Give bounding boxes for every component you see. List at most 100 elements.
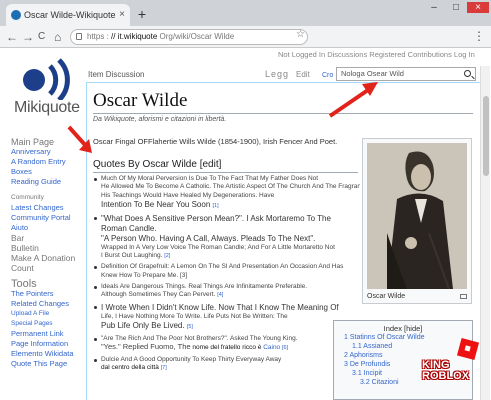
search-input[interactable]: Nologa Osear Wild xyxy=(336,67,476,81)
quote-line: Knew How To Prepare Me. [3] xyxy=(101,271,188,279)
tab-edit[interactable]: Edit xyxy=(296,70,310,79)
quote-line: Roman Candle. xyxy=(101,223,157,233)
url-path: Org/wiki/Oscar Wilde xyxy=(159,32,235,41)
quote-line: Wrapped In A Very Low Voice The Roman Ca… xyxy=(101,243,335,251)
maximize-button[interactable]: □ xyxy=(447,2,465,13)
quote-line: dal centro della città xyxy=(101,363,159,371)
sidebar-item[interactable]: Elemento Wikidata xyxy=(11,349,86,359)
quote-item: Much Of My Moral Perversion Is Due To Th… xyxy=(92,175,360,211)
quote-line: Much Of My Moral Perversion Is Due To Th… xyxy=(101,175,319,182)
sidebar-item[interactable]: Count xyxy=(11,263,86,273)
back-button[interactable]: ← xyxy=(6,29,18,45)
sidebar-item[interactable]: Upload A File xyxy=(11,309,86,319)
reference-link[interactable]: [4] xyxy=(217,292,223,298)
quote-line: He Allowed Me To Become A Catholic. The … xyxy=(101,183,360,191)
sidebar-tools-header: Tools xyxy=(11,278,37,290)
quote-item: "What Does A Sensitive Person Mean?". I … xyxy=(92,214,360,261)
roblox-logo-icon xyxy=(456,337,480,361)
quote-line: nome del fratello ricco è xyxy=(192,344,262,352)
home-button[interactable]: ⌂ xyxy=(54,29,61,45)
search-text: Nologa Osear Wild xyxy=(341,69,404,78)
reference-link[interactable]: [6] xyxy=(282,345,288,351)
sidebar-item[interactable]: A Random Entry xyxy=(11,157,86,167)
sidebar-item[interactable]: Latest Changes xyxy=(11,203,86,213)
reload-button[interactable]: C xyxy=(38,29,45,45)
quote-line: Pub Life Only Be Lived. xyxy=(101,320,185,330)
site-name[interactable]: Mikiquote xyxy=(14,99,80,117)
reference-link[interactable]: [2] xyxy=(164,253,170,259)
sidebar-item[interactable]: Permanent Link xyxy=(11,329,86,339)
sidebar-item[interactable]: Reading Guide xyxy=(11,177,86,187)
king-roblox-watermark: KING ROBLOX xyxy=(422,337,486,396)
portrait-infobox: Oscar Wilde xyxy=(362,138,472,304)
reference-link[interactable]: [1] xyxy=(213,203,219,209)
sidebar-item[interactable]: Bar xyxy=(11,233,86,243)
sidebar-item[interactable]: Make A Donation xyxy=(11,253,86,263)
page-title: Oscar Wilde xyxy=(93,90,188,111)
annotation-arrow-icon xyxy=(67,125,92,153)
section-title-quotes[interactable]: Quotes By Oscar Wilde [edit] xyxy=(93,159,221,170)
url-host: // it.wikiquote xyxy=(111,32,158,41)
tab-chronology[interactable]: Cro xyxy=(322,72,333,79)
quote-line: Ideals Are Dangerous Things. Real Things… xyxy=(101,283,308,291)
quote-line: Although Sometimes They Can Pervert. xyxy=(101,291,216,299)
address-bar[interactable]: https : // it.wikiquote Org/wiki/Oscar W… xyxy=(70,29,308,45)
lock-icon xyxy=(76,33,82,40)
search-icon[interactable] xyxy=(464,70,471,77)
quote-line: I Burst Out Laughing. xyxy=(101,252,163,260)
quote-item: Definition Of Grapefruit: A Lemon On The… xyxy=(92,263,360,280)
quote-line: Life, I Have Nothing More To Write. Life… xyxy=(101,312,288,320)
enlarge-icon[interactable] xyxy=(460,294,467,299)
minimize-button[interactable]: – xyxy=(425,2,443,13)
browser-tab-bar: Oscar Wilde-Wikiquote × + – □ × xyxy=(0,0,491,26)
sidebar-item[interactable]: Aiuto xyxy=(11,223,86,233)
tab-title: Oscar Wilde-Wikiquote xyxy=(24,10,116,20)
tab-item-discussion[interactable]: Item Discussion xyxy=(88,70,144,79)
new-tab-button[interactable]: + xyxy=(134,6,150,22)
quote-line: "Are The Rich And The Poor Not Brothers?… xyxy=(101,334,298,342)
quote-line: Definition Of Grapefruit: A Lemon On The… xyxy=(101,263,344,271)
browser-toolbar: ← → C ⌂ https : // it.wikiquote Org/wiki… xyxy=(0,26,491,48)
oscar-wilde-portrait[interactable] xyxy=(367,143,467,289)
star-icon[interactable]: ☆ xyxy=(296,29,305,40)
quote-item: Ideals Are Dangerous Things. Real Things… xyxy=(92,283,360,300)
sidebar-item[interactable]: Related Changes xyxy=(11,299,86,309)
reference-link[interactable]: [5] xyxy=(187,324,193,330)
browser-tab[interactable]: Oscar Wilde-Wikiquote × xyxy=(6,4,130,26)
sidebar-item[interactable]: The Pointers xyxy=(11,289,86,299)
tab-close-icon[interactable]: × xyxy=(119,4,125,26)
quote-item: Dulcie And A Good Opportunity To Keep Th… xyxy=(92,356,360,373)
sidebar-item[interactable]: Page Information xyxy=(11,339,86,349)
section-divider xyxy=(93,172,358,173)
quote-item: I Wrote When I Didn't Know Life. Now Tha… xyxy=(92,303,360,332)
sidebar-community-header: Community xyxy=(11,194,44,201)
reference-link[interactable]: [7] xyxy=(161,365,167,371)
sidebar: Main Page Anniversary A Random Entry Box… xyxy=(11,134,86,369)
quote-line: "A Person Who. Having A Call, Always. Pl… xyxy=(101,233,316,243)
annotation-arrow-icon xyxy=(328,82,378,118)
quote-line: His Teachings Would Have Healed My Degen… xyxy=(101,191,275,199)
forward-button[interactable]: → xyxy=(22,29,34,45)
toc-title[interactable]: Index [hide] xyxy=(334,324,472,333)
sidebar-item[interactable]: Bulletin xyxy=(11,243,86,253)
quote-line: I Wrote When I Didn't Know Life. Now Tha… xyxy=(101,302,339,312)
quote-item: "Are The Rich And The Poor Not Brothers?… xyxy=(92,335,360,353)
intro-paragraph: Oscar Fingal OFFlahertie Wills Wilde (18… xyxy=(93,137,338,146)
wikiquote-favicon-icon xyxy=(11,10,21,20)
window-close-button[interactable]: × xyxy=(467,2,489,13)
quotes-list: Much Of My Moral Perversion Is Due To Th… xyxy=(92,175,360,372)
sidebar-item[interactable]: Boxes xyxy=(11,167,86,177)
quote-line: "What Does A Sensitive Person Mean?". I … xyxy=(101,213,331,223)
sidebar-item[interactable]: Special Pages xyxy=(11,319,86,329)
user-links[interactable]: Not Logged In Discussions Registered Con… xyxy=(278,50,475,59)
url-prefix: https : xyxy=(87,32,109,41)
page-tagline: Da Wikiquote, aforismi e citazioni in li… xyxy=(93,116,227,123)
sidebar-item[interactable]: Quote This Page xyxy=(11,359,86,369)
tab-read[interactable]: Legg xyxy=(265,69,289,79)
wikiquote-logo-icon[interactable] xyxy=(14,54,76,100)
scrollbar-thumb[interactable] xyxy=(483,96,489,176)
browser-menu-button[interactable]: ⋮ xyxy=(473,29,485,43)
sidebar-item[interactable]: Community Portal xyxy=(11,213,86,223)
portrait-caption: Oscar Wilde xyxy=(367,293,406,300)
caino-link[interactable]: Caino xyxy=(263,344,280,351)
